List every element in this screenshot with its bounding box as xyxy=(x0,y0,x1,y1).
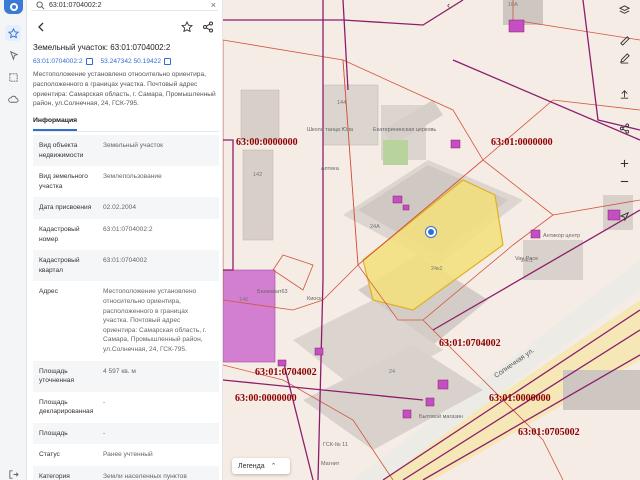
upload-icon[interactable] xyxy=(614,84,634,104)
collapse-panel-icon[interactable]: ‹ xyxy=(447,0,457,10)
coordinates-link[interactable]: 53.247342 50.19422 xyxy=(101,58,162,65)
info-row-key: Категория xyxy=(39,473,70,480)
info-row-key: Статус xyxy=(39,451,60,459)
info-row-value: 4 597 кв. м xyxy=(103,367,136,375)
search-bar: × xyxy=(32,0,218,11)
building-number: 146 xyxy=(239,297,249,303)
id-row: 63:01:0704002:2 53.247342 50.19422 xyxy=(33,58,176,65)
page-title: Земельный участок: 63:01:0704002:2 xyxy=(33,43,171,52)
poi-label[interactable]: ГСК-№ 11 xyxy=(323,442,348,448)
zoom-out-icon[interactable] xyxy=(614,171,634,191)
info-row: Кадастровый номер 63:01:0704002:2 xyxy=(33,218,219,251)
back-arrow-icon[interactable] xyxy=(35,21,47,33)
building-number: 142 xyxy=(253,172,263,178)
info-row-value: - xyxy=(103,429,106,437)
cadastral-label: 63:01:0704002 xyxy=(255,367,317,378)
ruler-icon[interactable] xyxy=(614,30,634,50)
tab-info[interactable]: Информация xyxy=(33,117,78,131)
building-number: 10А xyxy=(508,2,518,8)
info-row-value: Ранее учтенный xyxy=(103,451,153,459)
building-number: 24к2 xyxy=(431,266,443,272)
search-icon xyxy=(36,0,45,9)
info-row-value: Земли населенных пунктов xyxy=(103,473,187,480)
info-row: Вид объекта недвижимости Земельный участо… xyxy=(33,135,219,167)
edit-icon[interactable] xyxy=(614,48,634,68)
parcel-pin[interactable] xyxy=(426,227,436,237)
info-row-key: Площадь xyxy=(39,429,68,437)
left-rail xyxy=(0,0,27,480)
address-summary: Местоположение установлено относительно … xyxy=(33,71,216,108)
poi-label[interactable]: Екатерининская церковь xyxy=(373,127,436,133)
legend-label: Легенда xyxy=(238,462,265,470)
cadastral-number-link[interactable]: 63:01:0704002:2 xyxy=(33,58,83,65)
building-number: 144 xyxy=(337,100,347,106)
cadastral-label: 63:01:0704002 xyxy=(439,338,501,349)
info-row-value: Земельный участок xyxy=(103,142,164,149)
info-row-value: 63:01:0704002 xyxy=(103,257,148,265)
info-row: Категория Земли населенных пунктов xyxy=(33,466,219,480)
select-area-icon[interactable] xyxy=(5,69,21,85)
zoom-in-icon[interactable] xyxy=(614,153,634,173)
info-row-key: Вид объекта недвижимости xyxy=(39,142,84,159)
info-row-key: Адрес xyxy=(39,288,58,296)
chevron-up-icon: ⌃ xyxy=(270,463,277,470)
poi-label[interactable]: Аптека xyxy=(321,166,339,172)
map-canvas[interactable] xyxy=(223,0,640,480)
copy-coordinates-icon[interactable] xyxy=(164,58,172,65)
info-table: Вид объекта недвижимости Земельный участо… xyxy=(33,135,219,480)
logout-icon[interactable] xyxy=(5,466,21,480)
favorite-star-icon[interactable] xyxy=(181,21,193,33)
map-view[interactable]: 63:00:0000000 63:01:0000000 63:01:070400… xyxy=(223,0,640,480)
info-row: Площадь уточненная 4 597 кв. м xyxy=(33,360,219,392)
layers-icon[interactable] xyxy=(614,0,634,20)
building-number: 24с1 xyxy=(521,258,533,264)
poi-label[interactable]: Банкомат63 xyxy=(257,289,288,295)
layers-star-icon[interactable] xyxy=(5,25,21,41)
share-icon[interactable] xyxy=(202,21,214,33)
info-row: Статус Ранее учтенный xyxy=(33,444,219,467)
cadastral-label: 63:00:0000000 xyxy=(236,137,298,148)
info-row-key: Вид земельного участка xyxy=(39,173,88,190)
info-row-value: 02.02.2004 xyxy=(103,204,137,212)
info-row-value: 63:01:0704002:2 xyxy=(103,225,153,233)
info-row-key: Дата присвоения xyxy=(39,204,92,212)
building-number: 24А xyxy=(370,224,380,230)
info-row: Площадь - xyxy=(33,422,219,445)
cadastral-label: 63:00:0000000 xyxy=(235,393,297,404)
poi-label[interactable]: Киоск xyxy=(307,296,322,302)
cadastral-label: 63:01:0000000 xyxy=(489,393,551,404)
copy-icon[interactable] xyxy=(85,58,93,65)
poi-label[interactable]: Бытовой магазин xyxy=(419,414,463,420)
cadastral-label: 63:01:0705002 xyxy=(518,427,580,438)
info-row: Вид земельного участка Землепользование xyxy=(33,166,219,198)
info-row: Площадь декларированная - xyxy=(33,391,219,423)
logo-icon[interactable] xyxy=(4,0,23,14)
share-map-icon[interactable] xyxy=(614,118,634,138)
info-row: Адрес Местоположение установлено относите… xyxy=(33,281,219,361)
info-row-value: Землепользование xyxy=(103,173,162,181)
info-row-key: Кадастровый номер xyxy=(39,225,80,243)
cloud-icon[interactable] xyxy=(5,91,21,107)
info-row-key: Площадь декларированная xyxy=(39,398,94,416)
info-row-key: Площадь уточненная xyxy=(39,367,75,385)
info-row: Дата присвоения 02.02.2004 xyxy=(33,197,219,219)
info-row-key: Кадастровый квартал xyxy=(39,257,80,274)
poi-label[interactable]: Школа танца Юла xyxy=(307,127,353,133)
info-panel: × Земельный участок: 63:01:0704002:2 63:… xyxy=(27,0,223,480)
info-row-value: Местоположение установлено относительно … xyxy=(103,288,207,353)
poi-label[interactable]: Антикор центр xyxy=(543,233,580,239)
close-icon[interactable]: × xyxy=(211,0,216,10)
building-number: 24 xyxy=(389,369,396,375)
tab-divider xyxy=(33,131,219,132)
pin-icon[interactable] xyxy=(5,47,21,63)
cadastral-label: 63:01:0000000 xyxy=(491,137,553,148)
search-input[interactable] xyxy=(49,1,199,9)
info-row: Кадастровый квартал 63:01:0704002 xyxy=(33,250,219,282)
locate-icon[interactable] xyxy=(614,206,634,226)
info-row-value: - xyxy=(103,398,106,406)
legend-button[interactable]: Легенда ⌃ xyxy=(232,458,290,474)
poi-label[interactable]: Магнит xyxy=(321,461,339,467)
